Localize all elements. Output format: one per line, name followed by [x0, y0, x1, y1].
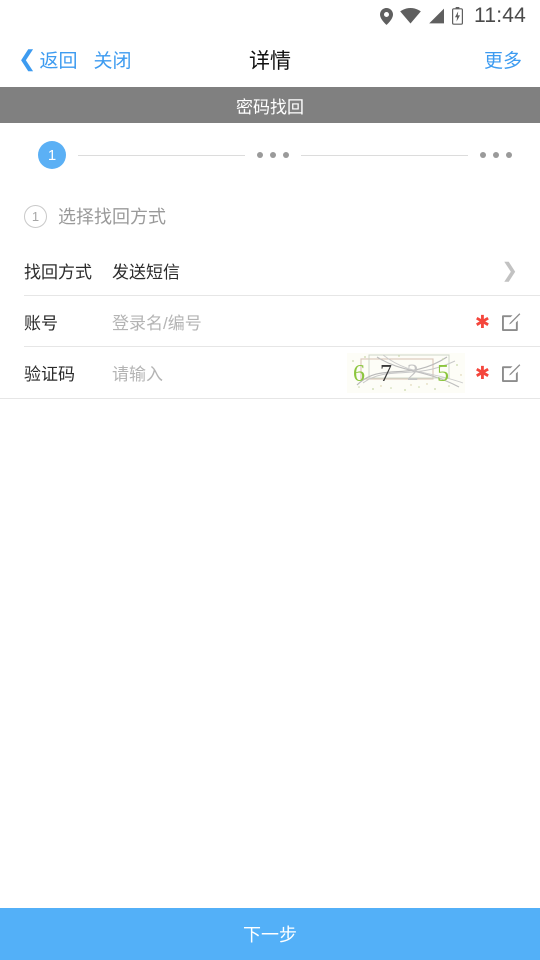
location-pin-icon — [380, 7, 393, 25]
svg-text:7: 7 — [380, 361, 392, 387]
next-step-button[interactable]: 下一步 — [0, 908, 540, 960]
row-account-label: 账号 — [24, 314, 58, 333]
required-asterisk-icon: ✱ — [474, 311, 490, 332]
verification-code-input[interactable]: 请输入 — [112, 360, 347, 385]
next-step-button-label: 下一步 — [243, 925, 297, 945]
section-number-badge: 1 — [24, 204, 47, 228]
step-1-number: 1 — [47, 146, 57, 164]
chevron-left-icon: ❮ — [18, 45, 37, 71]
app-screen: 11:44 ❮ 返回 关闭 详情 更多 密码找回 1 1 选择找回方式 找回方式… — [0, 0, 540, 960]
row-verification-code[interactable]: 验证码 请输入 6 7 2 5 ✱ — [0, 347, 540, 398]
status-bar-clock: 11:44 — [474, 4, 526, 27]
navigation-bar: ❮ 返回 关闭 详情 更多 — [0, 32, 540, 87]
battery-icon — [452, 7, 463, 25]
step-indicator: 1 — [0, 123, 540, 187]
wifi-icon — [400, 8, 421, 24]
row-account[interactable]: 账号 登录名/编号 ✱ — [0, 296, 540, 347]
step-2-dots — [257, 152, 289, 158]
cellular-signal-icon — [428, 8, 445, 24]
nav-left-group: ❮ 返回 关闭 — [18, 46, 131, 73]
content-spacer — [0, 399, 540, 908]
back-button[interactable]: ❮ 返回 — [18, 46, 77, 73]
section-header: 1 选择找回方式 — [0, 187, 540, 245]
row-recovery-method-label: 找回方式 — [24, 263, 92, 282]
required-asterisk-icon: ✱ — [474, 362, 490, 383]
subheader-bar: 密码找回 — [0, 87, 540, 123]
step-connector-2 — [301, 154, 468, 156]
step-1-circle: 1 — [38, 141, 66, 169]
row-recovery-method[interactable]: 找回方式 发送短信 ❯ — [0, 245, 540, 296]
account-input[interactable]: 登录名/编号 — [112, 309, 475, 334]
section-number: 1 — [31, 208, 40, 224]
step-connector-1 — [78, 154, 245, 156]
close-button[interactable]: 关闭 — [93, 46, 131, 73]
svg-text:2: 2 — [407, 360, 419, 385]
form-list: 找回方式 发送短信 ❯ 账号 登录名/编号 ✱ 验证码 请输入 6 7 2 5 … — [0, 245, 540, 399]
row-recovery-method-value: 发送短信 — [112, 263, 180, 282]
status-bar: 11:44 — [0, 0, 540, 32]
back-button-label: 返回 — [39, 51, 78, 72]
edit-icon[interactable] — [500, 362, 522, 384]
section-label: 选择找回方式 — [58, 207, 166, 227]
chevron-right-icon[interactable]: ❯ — [501, 261, 522, 281]
subheader-title: 密码找回 — [236, 97, 304, 117]
svg-text:5: 5 — [437, 361, 449, 387]
more-button[interactable]: 更多 — [484, 46, 522, 73]
svg-text:6: 6 — [353, 361, 365, 387]
captcha-image[interactable]: 6 7 2 5 — [346, 352, 465, 393]
row-verification-code-label: 验证码 — [24, 365, 75, 384]
step-3-dots — [480, 152, 512, 158]
edit-icon[interactable] — [500, 311, 522, 333]
